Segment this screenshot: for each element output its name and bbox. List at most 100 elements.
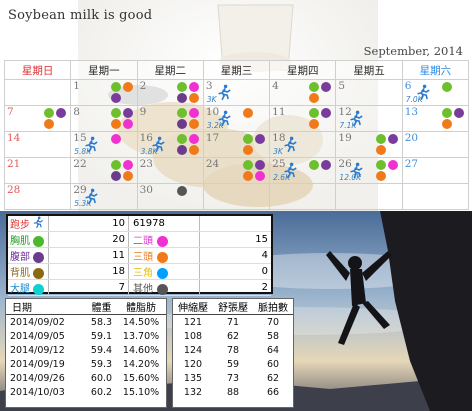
calendar-day-cell[interactable]: 2 bbox=[137, 80, 204, 106]
calendar-day-cell[interactable]: 28 bbox=[5, 184, 72, 210]
calendar-day-cell[interactable]: 22 bbox=[71, 158, 138, 184]
calendar-day-cell[interactable] bbox=[270, 184, 337, 210]
legend-left-label: 腹部 bbox=[10, 252, 30, 263]
weekday-header: 星期六 bbox=[402, 61, 469, 80]
exercise-legend: 跑步 10 61978 胸肌 20 二頭 15 腹部 11 三頭 4 背肌 18 三角 0 大腿 7 其他 2 bbox=[6, 214, 273, 296]
header-weight: 體重 bbox=[86, 299, 117, 315]
table-cell: 88 bbox=[226, 386, 240, 398]
table-row: 2014/10/03 60.2 15.10% bbox=[6, 385, 166, 399]
calendar-day-cell[interactable]: 5 bbox=[336, 80, 403, 106]
calendar-day-cell[interactable]: 26 12.0K bbox=[336, 158, 403, 184]
purple-dot-icon bbox=[33, 251, 44, 263]
exercise-dots bbox=[243, 160, 266, 181]
exercise-dot-icon bbox=[243, 171, 254, 181]
calendar-day-cell[interactable]: 15 5.8K bbox=[71, 132, 138, 158]
exercise-dots bbox=[110, 134, 134, 144]
calendar-day-cell[interactable]: 6 7.0K bbox=[402, 80, 469, 106]
legend-row: 腹部 11 三頭 4 bbox=[8, 247, 271, 264]
day-number: 9 bbox=[139, 106, 147, 118]
table-cell: 59.3 bbox=[90, 358, 113, 370]
table-cell: 14.20% bbox=[122, 358, 160, 370]
calendar-day-cell[interactable] bbox=[5, 80, 72, 106]
blood-pressure-table: 伸縮壓 舒張壓 脈拍數 121 71 70 108 62 58 124 78 64 120 59 60… bbox=[173, 299, 293, 399]
day-number: 21 bbox=[7, 158, 21, 170]
exercise-dot-icon bbox=[243, 108, 254, 118]
exercise-dots bbox=[44, 108, 67, 129]
calendar-day-cell[interactable]: 1 bbox=[71, 80, 138, 106]
calendar-day-cell[interactable]: 16 3.8K bbox=[137, 132, 204, 158]
exercise-dot-icon bbox=[375, 134, 386, 144]
exercise-dot-icon bbox=[321, 82, 332, 92]
day-number: 17 bbox=[205, 132, 220, 144]
calendar-day-cell[interactable]: 10 3.2K bbox=[203, 106, 271, 132]
run-distance: 2.6K bbox=[273, 173, 290, 182]
calendar-day-cell[interactable]: 20 bbox=[402, 132, 469, 158]
calendar-day-cell[interactable]: 21 bbox=[5, 158, 72, 184]
day-number: 1 bbox=[73, 80, 80, 92]
calendar-day-cell[interactable] bbox=[336, 184, 403, 210]
day-number: 27 bbox=[404, 158, 419, 170]
calendar-month: September, 2014 bbox=[363, 44, 463, 58]
table-cell: 2014/09/02 bbox=[10, 316, 65, 328]
calendar-day-cell[interactable]: 27 bbox=[402, 158, 469, 184]
exercise-dots bbox=[176, 108, 200, 129]
magenta-dot-icon bbox=[157, 235, 168, 247]
exercise-dot-icon bbox=[441, 108, 452, 118]
calendar-day-cell[interactable]: 9 bbox=[137, 106, 204, 132]
exercise-dot-icon bbox=[309, 108, 320, 118]
exercise-dot-icon bbox=[243, 160, 254, 170]
header-pulse: 脈拍數 bbox=[253, 299, 293, 315]
header-body-fat: 體脂肪 bbox=[116, 299, 166, 315]
table-row: 2014/09/02 58.3 14.50% bbox=[6, 315, 166, 330]
weekday-header: 星期五 bbox=[336, 61, 403, 80]
exercise-dot-icon bbox=[243, 134, 254, 144]
exercise-dot-icon bbox=[110, 171, 121, 181]
table-cell: 120 bbox=[183, 358, 203, 370]
exercise-dots bbox=[110, 82, 134, 103]
calendar-day-cell[interactable]: 11 bbox=[270, 106, 337, 132]
legend-left-value: 20 bbox=[48, 231, 129, 248]
table-cell: 15.60% bbox=[122, 372, 160, 384]
calendar-day-cell[interactable]: 17 bbox=[203, 132, 271, 158]
exercise-dot-icon bbox=[188, 134, 199, 144]
legend-right-label: 其他 bbox=[133, 284, 153, 295]
table-cell: 64 bbox=[266, 344, 280, 356]
exercise-dots bbox=[110, 160, 134, 181]
table-cell: 60 bbox=[266, 358, 280, 370]
table-row: 2014/09/05 59.1 13.70% bbox=[6, 329, 166, 343]
legend-row: 胸肌 20 二頭 15 bbox=[8, 231, 271, 248]
table-cell: 66 bbox=[266, 386, 280, 398]
calendar-day-cell[interactable]: 4 bbox=[270, 80, 337, 106]
table-cell: 60.0 bbox=[90, 372, 113, 384]
calendar-day-cell[interactable]: 25 2.6K bbox=[270, 158, 337, 184]
calendar-day-cell[interactable]: 29 5.3K bbox=[71, 184, 138, 210]
table-cell: 132 bbox=[183, 386, 203, 398]
run-distance: 7.0K bbox=[405, 95, 423, 104]
calendar-day-cell[interactable]: 14 bbox=[5, 132, 72, 158]
calendar-day-cell[interactable]: 12 7.1K bbox=[336, 106, 403, 132]
calendar-day-cell[interactable] bbox=[203, 184, 271, 210]
calendar-day-cell[interactable]: 3 3K bbox=[203, 80, 271, 106]
calendar-day-cell[interactable]: 24 bbox=[203, 158, 271, 184]
exercise-dots bbox=[441, 108, 465, 129]
weekday-header: 星期一 bbox=[71, 61, 138, 80]
exercise-dot-icon bbox=[309, 82, 320, 92]
exercise-dot-icon bbox=[387, 134, 398, 144]
calendar-day-cell[interactable] bbox=[402, 184, 469, 210]
exercise-dot-icon bbox=[387, 160, 398, 170]
calendar-day-cell[interactable]: 19 bbox=[336, 132, 403, 158]
table-cell: 2014/09/05 bbox=[10, 330, 65, 342]
cyan-dot-icon bbox=[33, 283, 44, 295]
calendar-day-cell[interactable]: 8 bbox=[71, 106, 138, 132]
gray-dot-icon bbox=[157, 283, 168, 295]
calendar-day-cell[interactable]: 13 bbox=[402, 106, 469, 132]
table-cell: 70 bbox=[266, 316, 280, 328]
legend-right-label-cell: 其他 bbox=[128, 279, 200, 296]
exercise-dot-icon bbox=[453, 108, 464, 118]
calendar-day-cell[interactable]: 30 bbox=[137, 184, 204, 210]
legend-right-value bbox=[199, 216, 271, 232]
calendar-day-cell[interactable]: 23 bbox=[137, 158, 204, 184]
calendar-day-cell[interactable]: 18 3K bbox=[270, 132, 337, 158]
run-distance: 3K bbox=[206, 95, 217, 104]
calendar-day-cell[interactable]: 7 bbox=[5, 106, 72, 132]
